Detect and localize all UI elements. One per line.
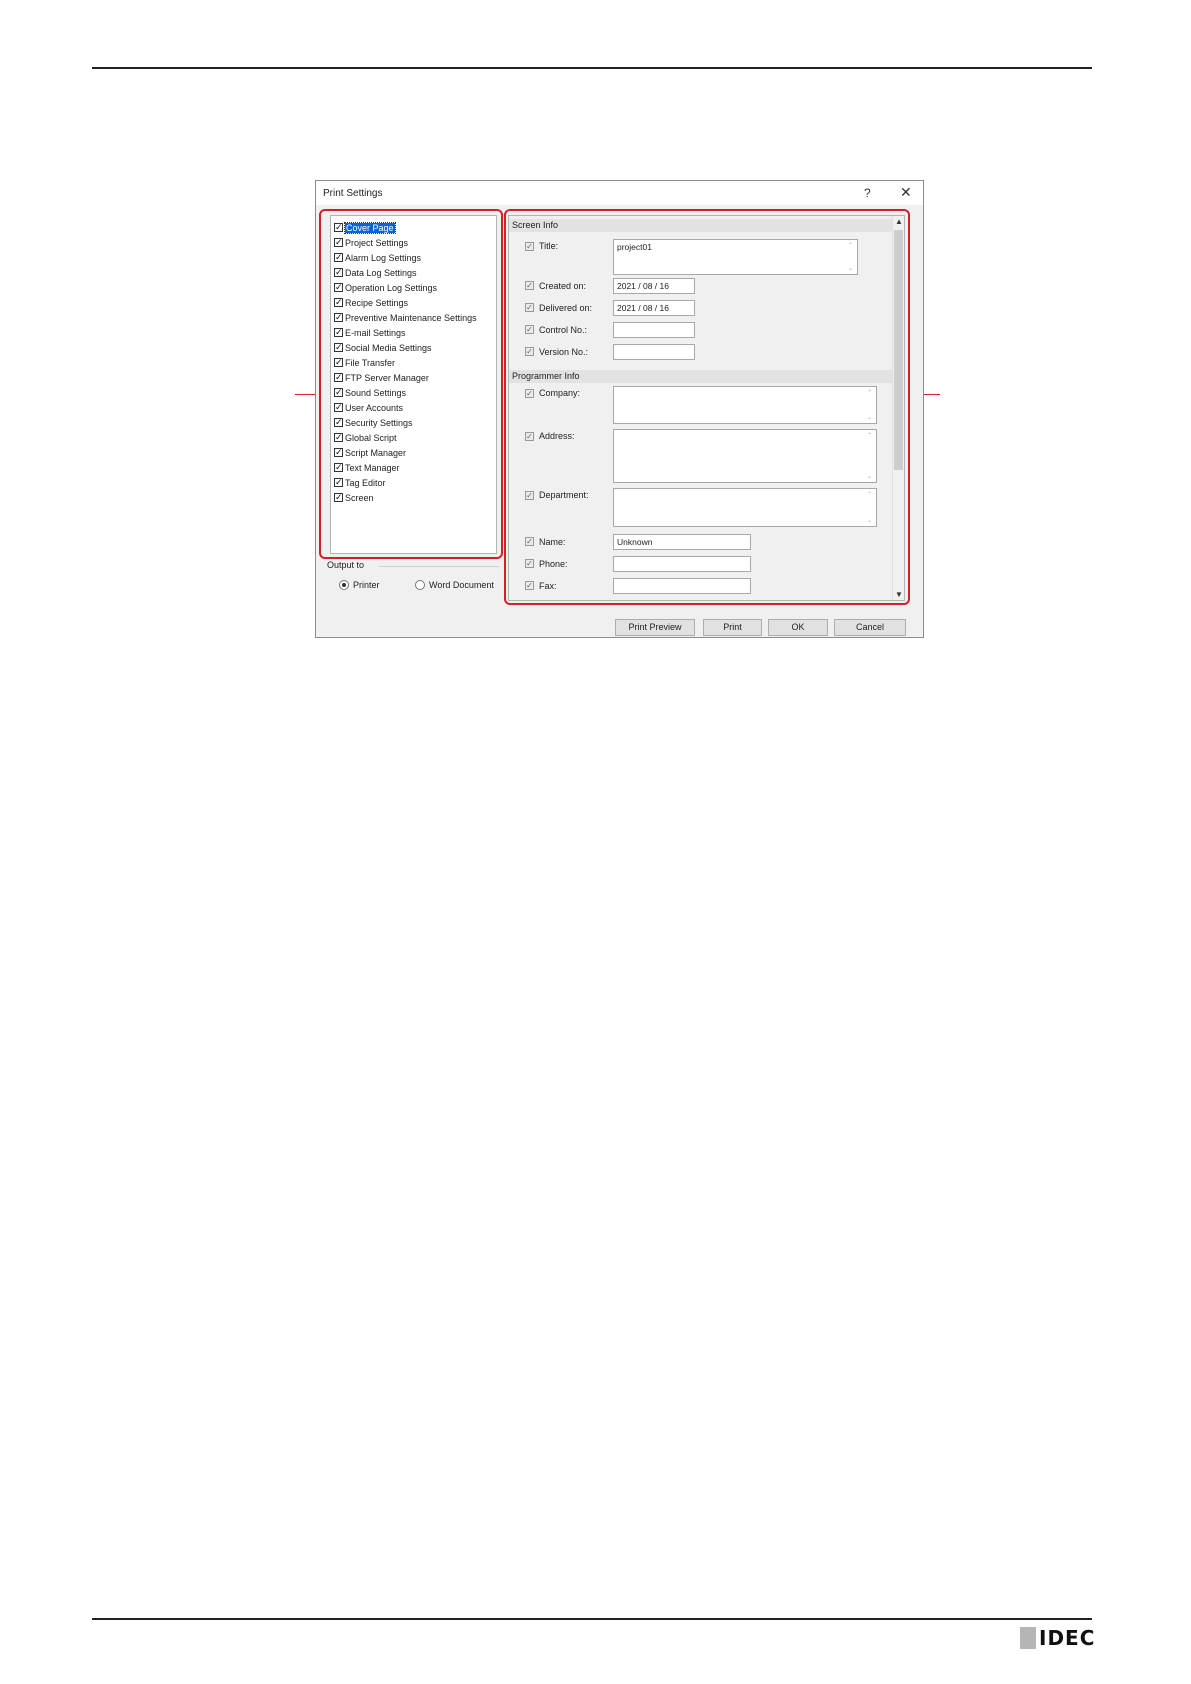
properties-highlight-box xyxy=(504,209,910,605)
callout-line-left xyxy=(295,394,315,395)
cancel-button[interactable]: Cancel xyxy=(834,619,906,636)
logo-bar xyxy=(1020,1627,1036,1649)
help-icon[interactable]: ? xyxy=(864,186,871,200)
print-settings-dialog: Print Settings ? ✕ ✓ Cover Page ✓ Project S… xyxy=(315,180,924,638)
output-to-label: Output to xyxy=(327,560,365,570)
close-icon[interactable]: ✕ xyxy=(900,184,912,201)
group-divider xyxy=(379,566,499,567)
print-button[interactable]: Print xyxy=(703,619,762,636)
dialog-titlebar: Print Settings ? ✕ xyxy=(316,181,923,205)
radio-word-document[interactable]: Word Document xyxy=(415,580,494,590)
radio-printer-label: Printer xyxy=(353,580,380,590)
page-bottom-rule xyxy=(92,1618,1092,1620)
radio-printer-icon[interactable] xyxy=(339,580,349,590)
idec-logo: IDEC xyxy=(1020,1626,1095,1650)
ok-button[interactable]: OK xyxy=(768,619,828,636)
radio-word-document-label: Word Document xyxy=(429,580,494,590)
print-preview-button[interactable]: Print Preview xyxy=(615,619,695,636)
page-top-rule xyxy=(92,67,1092,69)
output-to-group: Output to Printer Word Document xyxy=(327,560,499,610)
radio-word-document-icon[interactable] xyxy=(415,580,425,590)
tree-highlight-box xyxy=(319,209,503,559)
dialog-title: Print Settings xyxy=(323,188,383,199)
radio-printer[interactable]: Printer xyxy=(339,580,380,590)
logo-text: IDEC xyxy=(1039,1626,1096,1650)
